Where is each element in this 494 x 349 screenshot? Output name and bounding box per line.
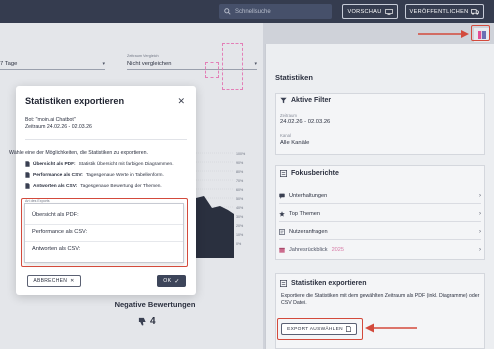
active-filter-title: Aktive Filter <box>291 97 332 104</box>
close-icon[interactable]: ✕ <box>177 96 185 107</box>
chart-tick-label: 60% <box>236 188 244 192</box>
highlight-dashed-box <box>205 62 219 78</box>
option-desc: Tagesgenaue Bewertung der Themen. <box>80 183 162 189</box>
search-placeholder: Schnellsuche <box>235 8 271 15</box>
option-name: Antworten als CSV: <box>33 183 78 189</box>
period-label: Zeitraum <box>280 113 297 118</box>
annotation-box-export-button <box>277 318 363 340</box>
modal-bot-line: Bot: "moin.ai Chatbot" <box>25 117 76 123</box>
focus-item-label: Unterhaltungen <box>289 192 328 199</box>
chevron-down-icon: ▾ <box>254 61 257 67</box>
option-desc: Tagesgenaue Werte in Tabellenform. <box>85 172 164 178</box>
annual-review-label: Jahresrückblick <box>289 246 328 253</box>
chart-tick-label: 70% <box>236 179 244 183</box>
thumbs-down-icon <box>138 317 146 326</box>
document-icon <box>25 183 30 189</box>
option-desc: Statistik Übersicht mit farbigen Diagram… <box>78 161 174 167</box>
export-heading: Statistiken exportieren <box>280 280 366 287</box>
star-icon <box>279 210 285 217</box>
highlight-dashed-box <box>222 43 243 90</box>
chart-area <box>196 196 234 258</box>
cancel-button[interactable]: ABBRECHEN ✕ <box>27 275 81 287</box>
negative-ratings-value: 4 <box>138 316 156 327</box>
ok-button[interactable]: OK ✓ <box>157 275 186 287</box>
option-answers-csv: Antworten als CSV: Tagesgenaue Bewertung… <box>25 183 162 189</box>
modal-title: Statistiken exportieren <box>25 96 125 106</box>
channel-label: Kanal <box>280 133 291 138</box>
preview-label: VORSCHAU <box>347 8 382 15</box>
focus-item-label: Nutzeranfragen <box>289 228 328 235</box>
divider <box>279 203 481 204</box>
document-icon <box>25 161 30 167</box>
divider <box>279 221 481 222</box>
compare-label: Zeitraum Vergleich <box>127 54 159 58</box>
chevron-down-icon: ▾ <box>102 61 105 67</box>
annual-review-year: 2025 <box>331 246 345 253</box>
option-pdf: Übersicht als PDF: Statistik Übersicht m… <box>25 161 174 167</box>
export-icon <box>280 280 287 287</box>
close-icon: ✕ <box>70 278 75 284</box>
annotation-arrow <box>365 323 417 333</box>
divider <box>25 139 187 140</box>
focus-item-conversations[interactable]: Unterhaltungen › <box>279 189 481 202</box>
chart-tick-labels: 100% 90% 80% 70% 60% 50% 40% 30% 20% 10% 0% <box>236 152 246 246</box>
check-icon: ✓ <box>174 278 180 285</box>
cancel-label: ABBRECHEN <box>33 278 68 284</box>
chevron-right-icon: › <box>479 228 481 235</box>
period-value: 7 Tage <box>0 61 18 67</box>
chart-tick-label: 20% <box>236 224 244 228</box>
active-filter-heading: Aktive Filter <box>280 97 331 104</box>
chart-tick-label: 100% <box>236 152 246 156</box>
chat-icon <box>279 193 285 199</box>
user-requests-icon <box>279 228 285 235</box>
focus-item-top-topics[interactable]: Top Themen › <box>279 207 481 220</box>
ratings-chart: 100% 90% 80% 70% 60% 50% 40% 30% 20% 10% 0% <box>196 152 246 258</box>
publish-label: VERÖFFENTLICHEN <box>409 8 469 15</box>
chevron-right-icon: › <box>479 210 481 217</box>
search-icon <box>224 8 231 15</box>
ok-label: OK <box>163 278 172 284</box>
focus-reports-title: Fokusberichte <box>291 170 339 177</box>
focus-item-user-requests[interactable]: Nutzeranfragen › <box>279 225 481 238</box>
option-name: Performance als CSV: <box>33 172 83 178</box>
option-name: Übersicht als PDF: <box>33 161 76 167</box>
preview-button[interactable]: VORSCHAU <box>342 4 398 19</box>
chevron-right-icon: › <box>479 246 481 253</box>
document-icon <box>25 172 30 178</box>
export-description: Exportiere die Statistiken mit dem gewäh… <box>281 293 480 306</box>
modal-intro: Wähle eine der Möglichkeiten, die Statis… <box>9 150 148 156</box>
chart-tick-label: 0% <box>236 242 242 246</box>
negative-ratings-count: 4 <box>150 316 156 327</box>
period-value: 24.02.26 - 02.03.26 <box>280 119 331 125</box>
filter-icon <box>280 97 287 104</box>
annotation-box-panel-toggle <box>471 25 490 41</box>
quick-search[interactable]: Schnellsuche <box>219 4 332 19</box>
export-title: Statistiken exportieren <box>291 280 367 287</box>
compare-value: Nicht vergleichen <box>127 61 172 67</box>
negative-ratings-title: Negative Bewertungen <box>114 300 196 309</box>
focus-reports-heading: Fokusberichte <box>280 170 339 177</box>
modal-range-line: Zeitraum 24.02.26 - 02.03.26 <box>25 124 92 130</box>
publish-button[interactable]: VERÖFFENTLICHEN <box>405 4 484 19</box>
chart-tick-label: 90% <box>236 161 244 165</box>
calendar-icon <box>279 247 285 253</box>
chevron-right-icon: › <box>479 192 481 199</box>
divider <box>279 239 481 240</box>
chart-tick-label: 10% <box>236 233 244 237</box>
report-icon <box>280 170 287 177</box>
chart-tick-label: 30% <box>236 215 244 219</box>
period-select[interactable]: 7 Tage ▾ <box>0 59 105 70</box>
focus-item-label: Top Themen <box>289 210 320 217</box>
chart-tick-label: 50% <box>236 197 244 201</box>
channel-value: Alle Kanäle <box>280 140 310 146</box>
focus-item-annual-review[interactable]: Jahresrückblick 2025 › <box>279 243 481 256</box>
option-performance-csv: Performance als CSV: Tagesgenaue Werte i… <box>25 172 164 178</box>
truck-icon <box>471 8 480 15</box>
panel-title: Statistiken <box>275 73 313 82</box>
annotation-box-dropdown <box>21 198 188 267</box>
monitor-icon <box>384 8 393 15</box>
chart-tick-label: 80% <box>236 170 244 174</box>
annotation-arrow <box>418 30 469 38</box>
chart-tick-label: 40% <box>236 206 244 210</box>
